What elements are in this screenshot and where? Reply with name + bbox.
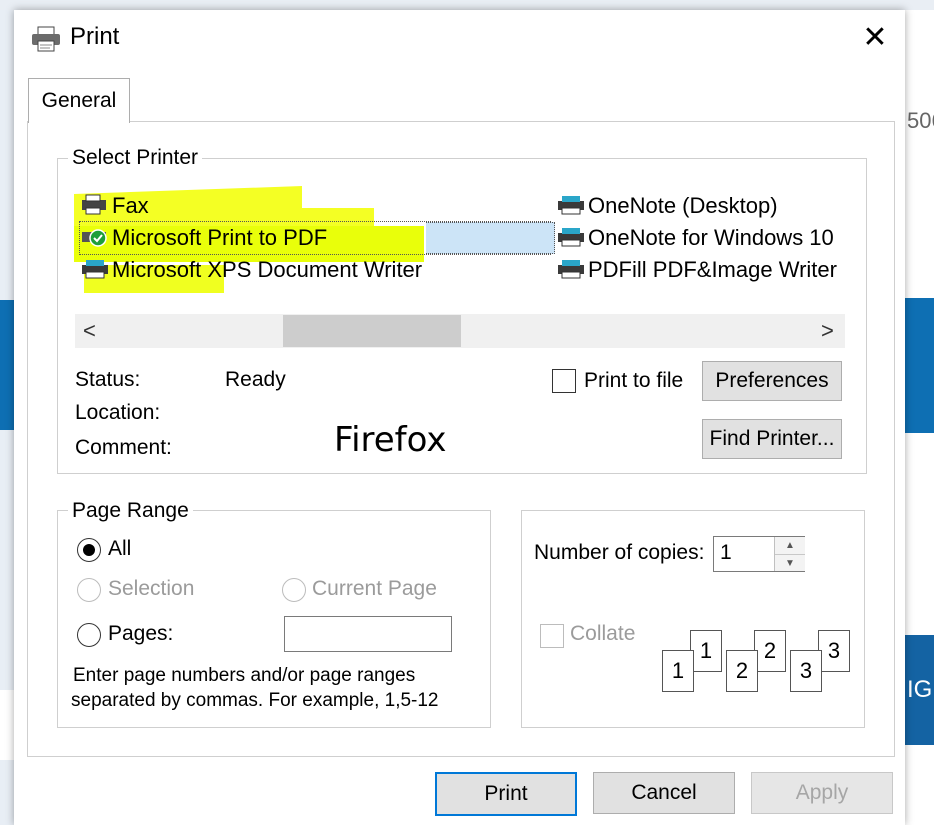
default-printer-check-icon: [82, 229, 107, 247]
window-title: Print: [70, 23, 120, 50]
current-page-radio[interactable]: [282, 578, 306, 602]
select-printer-label: Select Printer: [68, 146, 203, 170]
pages-input[interactable]: [284, 616, 452, 652]
location-label: Location:: [75, 401, 161, 424]
pages-radio-label[interactable]: Pages:: [108, 622, 173, 646]
printer-item-onenote-for-windows-10[interactable]: OneNote for Windows 10: [556, 222, 846, 254]
current-page-radio-label[interactable]: Current Page: [312, 577, 437, 601]
scroll-left-arrow-icon[interactable]: <: [83, 314, 96, 348]
print-to-file-label[interactable]: Print to file: [584, 369, 683, 393]
printer-name: Microsoft XPS Document Writer: [112, 257, 423, 282]
print-button[interactable]: Print: [435, 772, 577, 816]
copies-value: 1: [720, 541, 732, 564]
collate-illustration: 1 1 2 2 3 3: [660, 628, 856, 702]
printer-item-microsoft-xps-document-writer[interactable]: Microsoft XPS Document Writer: [80, 254, 500, 286]
background-right: 506 IG: [905, 10, 934, 825]
cancel-button-label: Cancel: [631, 781, 697, 804]
status-label: Status:: [75, 368, 141, 391]
printer-name: Fax: [112, 193, 149, 218]
all-radio-label[interactable]: All: [108, 537, 131, 561]
spin-down-icon[interactable]: ▼: [775, 554, 805, 572]
comment-label: Comment:: [75, 436, 172, 459]
title-bar[interactable]: Print ✕: [14, 10, 905, 66]
tab-general[interactable]: General: [28, 78, 130, 123]
preferences-label: Preferences: [715, 369, 829, 392]
print-to-file-checkbox[interactable]: [552, 369, 576, 393]
printer-item-onenote-desktop[interactable]: OneNote (Desktop): [556, 190, 856, 222]
background-left: [0, 10, 14, 825]
selection-radio-label[interactable]: Selection: [108, 577, 194, 601]
collate-page: 2: [726, 650, 758, 692]
printer-item-fax[interactable]: Fax: [80, 190, 380, 222]
print-dialog: Print ✕ General Select Printer Fax Micro…: [14, 10, 905, 825]
printer-icon: [32, 26, 60, 52]
printer-name: OneNote for Windows 10: [588, 225, 834, 250]
background-stripe: [0, 690, 14, 760]
background-top: [0, 0, 934, 10]
printer-icon: [558, 196, 584, 215]
all-radio[interactable]: [77, 538, 101, 562]
print-button-label: Print: [484, 782, 528, 805]
collate-page: 1: [662, 650, 694, 692]
status-value: Ready: [225, 368, 286, 391]
printer-name: PDFill PDF&Image Writer: [588, 257, 837, 282]
collate-label[interactable]: Collate: [570, 622, 635, 646]
preferences-button[interactable]: Preferences: [702, 361, 842, 401]
printer-item-pdfill[interactable]: PDFill PDF&Image Writer: [556, 254, 846, 286]
printer-list[interactable]: Fax Microsoft Print to PDF Microsoft XPS…: [70, 193, 860, 296]
number-of-copies-label: Number of copies:: [534, 541, 705, 564]
copies-spin-buttons[interactable]: ▲ ▼: [774, 537, 805, 571]
apply-button[interactable]: Apply: [751, 772, 893, 814]
selection-radio[interactable]: [77, 578, 101, 602]
printer-name: OneNote (Desktop): [588, 193, 778, 218]
collate-page: 3: [818, 630, 850, 672]
pages-radio[interactable]: [77, 623, 101, 647]
collate-page: 1: [690, 630, 722, 672]
printer-icon: [558, 260, 584, 279]
page-range-help-line2: separated by commas. For example, 1,5-12: [71, 690, 439, 711]
page-range-label: Page Range: [68, 499, 193, 523]
printer-icon: [82, 260, 108, 279]
printer-name: Microsoft Print to PDF: [112, 225, 328, 250]
page-range-help-line1: Enter page numbers and/or page ranges: [73, 665, 416, 686]
collate-page: 2: [754, 630, 786, 672]
scrollbar-thumb[interactable]: [283, 315, 461, 347]
firefox-annotation: Firefox: [334, 420, 447, 460]
scroll-right-arrow-icon[interactable]: >: [821, 314, 834, 348]
copies-stepper[interactable]: 1 ▲ ▼: [713, 536, 805, 572]
printer-list-scrollbar[interactable]: < >: [75, 314, 845, 348]
background-stripe: [905, 298, 934, 433]
close-button[interactable]: ✕: [852, 18, 898, 58]
collate-checkbox[interactable]: [540, 624, 564, 648]
background-partial-text: IG: [907, 676, 933, 703]
background-partial-text: 506: [907, 108, 934, 133]
selection-bar: [426, 222, 555, 254]
spin-up-icon[interactable]: ▲: [775, 537, 805, 554]
printer-icon: [558, 228, 584, 247]
fax-printer-icon: [82, 194, 106, 215]
find-printer-button[interactable]: Find Printer...: [702, 419, 842, 459]
find-printer-label: Find Printer...: [709, 427, 835, 450]
apply-button-label: Apply: [795, 781, 849, 804]
close-icon: ✕: [862, 21, 888, 54]
collate-page: 3: [790, 650, 822, 692]
radio-selected-dot: [83, 544, 95, 556]
background-stripe: [0, 300, 14, 430]
cancel-button[interactable]: Cancel: [593, 772, 735, 814]
